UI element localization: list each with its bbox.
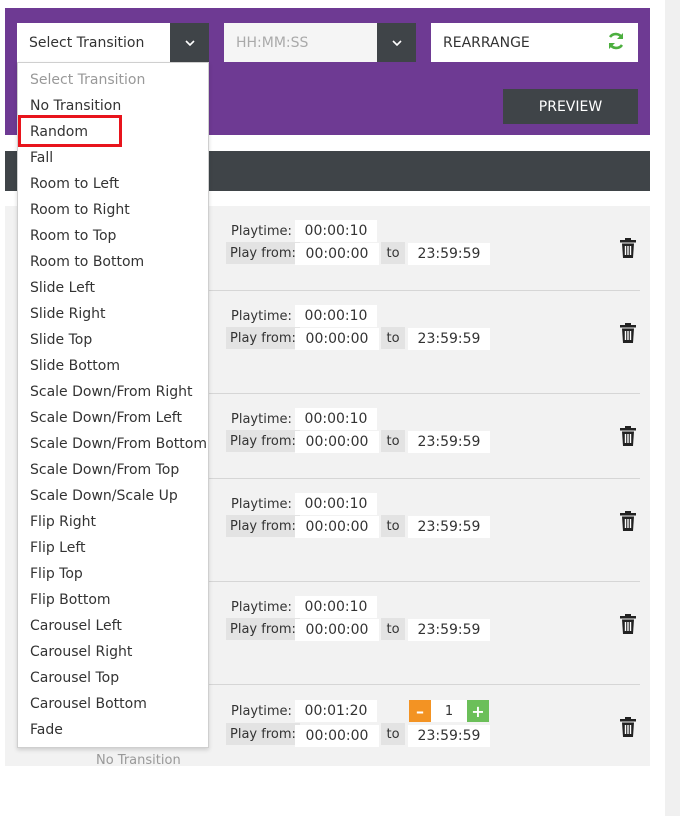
playtime-value[interactable]: 00:01:20	[295, 700, 377, 722]
trash-icon[interactable]	[620, 238, 636, 258]
dropdown-option[interactable]: Scale Down/From Right	[18, 379, 208, 405]
time-select[interactable]: HH:MM:SS	[224, 23, 416, 62]
playtime-value[interactable]: 00:00:10	[295, 408, 377, 430]
play-from-value[interactable]: 00:00:00	[295, 516, 379, 538]
dropdown-option[interactable]: Carousel Bottom	[18, 691, 208, 717]
play-from-value[interactable]: 00:00:00	[295, 431, 379, 453]
transition-select[interactable]: Select Transition	[17, 23, 209, 62]
dropdown-option[interactable]: Carousel Top	[18, 665, 208, 691]
refresh-icon	[606, 31, 626, 55]
play-from-label: Play from:	[226, 327, 300, 349]
play-from-label: Play from:	[226, 723, 300, 745]
playtime-label: Playtime:	[231, 496, 292, 512]
play-to-value[interactable]: 23:59:59	[408, 619, 490, 641]
chevron-down-icon[interactable]	[377, 23, 416, 62]
dropdown-option[interactable]: Room to Left	[18, 171, 208, 197]
play-to-value[interactable]: 23:59:59	[408, 328, 490, 350]
dropdown-option[interactable]: Fade	[18, 717, 208, 743]
time-select-placeholder: HH:MM:SS	[236, 34, 309, 51]
playtime-label: Playtime:	[231, 308, 292, 324]
to-label: to	[381, 430, 405, 452]
increment-button[interactable]: +	[467, 700, 489, 722]
trash-icon[interactable]	[620, 511, 636, 531]
dropdown-option[interactable]: Room to Top	[18, 223, 208, 249]
transition-dropdown-list[interactable]: Select Transition No Transition Random F…	[17, 62, 209, 748]
transition-select-value: Select Transition	[29, 34, 145, 51]
play-from-value[interactable]: 00:00:00	[295, 619, 379, 641]
dropdown-option[interactable]: Slide Left	[18, 275, 208, 301]
playtime-label: Playtime:	[231, 411, 292, 427]
play-to-value[interactable]: 23:59:59	[408, 431, 490, 453]
dropdown-option[interactable]: Slide Bottom	[18, 353, 208, 379]
dropdown-option[interactable]: Scale Down/From Top	[18, 457, 208, 483]
page-scrollbar[interactable]	[665, 0, 680, 816]
playtime-value[interactable]: 00:00:10	[295, 596, 377, 618]
quantity-stepper[interactable]: 1	[431, 700, 467, 722]
dropdown-option[interactable]: Scale Down/From Bottom	[18, 431, 208, 457]
rearrange-label: REARRANGE	[443, 34, 530, 51]
highlight-annotation-box	[18, 115, 122, 147]
dropdown-option[interactable]: Slide Right	[18, 301, 208, 327]
dropdown-option[interactable]: Carousel Left	[18, 613, 208, 639]
playtime-value[interactable]: 00:00:10	[295, 220, 377, 242]
play-from-value[interactable]: 00:00:00	[295, 243, 379, 265]
rearrange-button[interactable]: REARRANGE	[431, 23, 638, 62]
play-from-label: Play from:	[226, 515, 300, 537]
dropdown-option[interactable]: Fall	[18, 145, 208, 171]
dropdown-option[interactable]: Room to Bottom	[18, 249, 208, 275]
trash-icon[interactable]	[620, 717, 636, 737]
play-to-value[interactable]: 23:59:59	[408, 516, 490, 538]
playtime-value[interactable]: 00:00:10	[295, 493, 377, 515]
trash-icon[interactable]	[620, 614, 636, 634]
trash-icon[interactable]	[620, 426, 636, 446]
preview-button[interactable]: PREVIEW	[503, 89, 638, 124]
to-label: to	[381, 515, 405, 537]
dropdown-option[interactable]: Flip Right	[18, 509, 208, 535]
to-label: to	[381, 327, 405, 349]
decrement-button[interactable]: –	[409, 700, 431, 722]
trash-icon[interactable]	[620, 323, 636, 343]
row-transition-label[interactable]: No Transition	[96, 753, 181, 768]
playtime-label: Playtime:	[231, 599, 292, 615]
play-to-value[interactable]: 23:59:59	[408, 243, 490, 265]
dropdown-option[interactable]: Slide Top	[18, 327, 208, 353]
to-label: to	[381, 618, 405, 640]
play-from-value[interactable]: 00:00:00	[295, 328, 379, 350]
dropdown-option[interactable]: Carousel Right	[18, 639, 208, 665]
playtime-label: Playtime:	[231, 223, 292, 239]
play-from-label: Play from:	[226, 242, 300, 264]
dropdown-option[interactable]: Room to Right	[18, 197, 208, 223]
play-from-label: Play from:	[226, 618, 300, 640]
playtime-value[interactable]: 00:00:10	[295, 305, 377, 327]
to-label: to	[381, 242, 405, 264]
dropdown-option[interactable]: Scale Down/From Left	[18, 405, 208, 431]
chevron-down-icon[interactable]	[170, 23, 209, 62]
playtime-label: Playtime:	[231, 703, 292, 719]
dropdown-option[interactable]: Select Transition	[18, 67, 208, 93]
dropdown-option[interactable]: Scale Down/Scale Up	[18, 483, 208, 509]
to-label: to	[381, 723, 405, 745]
play-from-value[interactable]: 00:00:00	[295, 725, 379, 747]
play-to-value[interactable]: 23:59:59	[408, 725, 490, 747]
dropdown-option[interactable]: Flip Top	[18, 561, 208, 587]
dropdown-option[interactable]: Flip Bottom	[18, 587, 208, 613]
play-from-label: Play from:	[226, 430, 300, 452]
dropdown-option[interactable]: Flip Left	[18, 535, 208, 561]
